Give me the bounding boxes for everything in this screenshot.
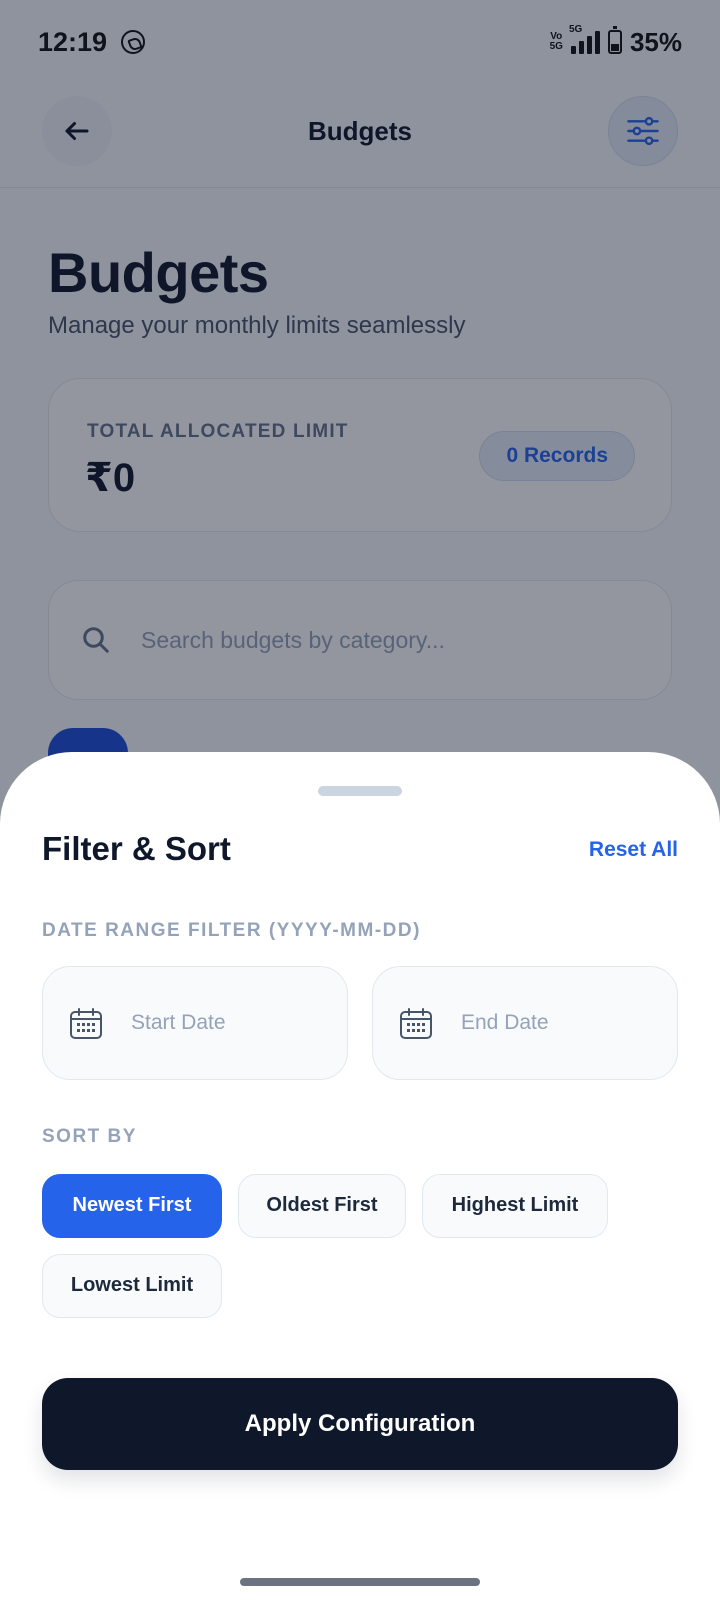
filter-sort-sheet: Filter & Sort Reset All DATE RANGE FILTE… — [0, 752, 720, 1600]
calendar-icon — [70, 1008, 102, 1039]
apply-configuration-button[interactable]: Apply Configuration — [42, 1378, 678, 1470]
start-date-input[interactable]: Start Date — [42, 966, 348, 1080]
sheet-title: Filter & Sort — [42, 830, 231, 867]
end-date-input[interactable]: End Date — [372, 966, 678, 1080]
sort-highest-limit-chip[interactable]: Highest Limit — [422, 1174, 608, 1238]
sort-newest-first-chip[interactable]: Newest First — [42, 1174, 222, 1238]
date-range-label: DATE RANGE FILTER (YYYY-MM-DD) — [42, 920, 421, 941]
drag-handle[interactable] — [318, 786, 402, 796]
reset-all-button[interactable]: Reset All — [589, 838, 678, 862]
calendar-icon — [400, 1008, 432, 1039]
end-date-placeholder: End Date — [461, 1011, 549, 1034]
home-indicator[interactable] — [240, 1578, 480, 1586]
sort-lowest-limit-chip[interactable]: Lowest Limit — [42, 1254, 222, 1318]
sort-by-label: SORT BY — [42, 1126, 137, 1147]
sort-oldest-first-chip[interactable]: Oldest First — [238, 1174, 406, 1238]
start-date-placeholder: Start Date — [131, 1011, 226, 1034]
